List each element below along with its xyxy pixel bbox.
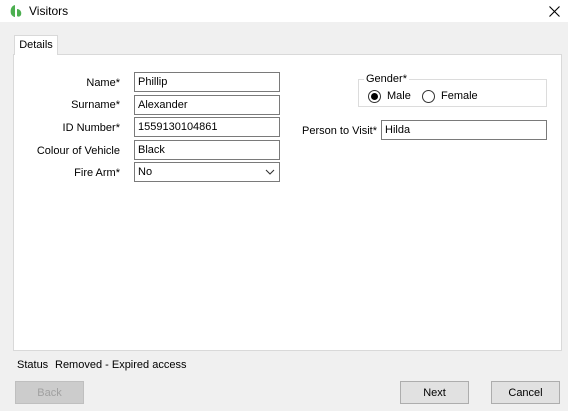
title-bar: Visitors [0, 0, 568, 22]
fire-arm-select[interactable]: No [134, 162, 280, 182]
person-to-visit-field[interactable]: Hilda [381, 120, 547, 140]
radio-selected-dot [371, 92, 378, 100]
fire-arm-label: Fire Arm* [74, 167, 120, 179]
radio-circle [422, 89, 435, 103]
surname-value: Alexander [138, 99, 188, 111]
status-label: Status [17, 359, 49, 371]
close-icon [548, 5, 560, 17]
gender-male-label: Male [387, 90, 411, 102]
gender-male-radio[interactable]: Male [368, 89, 411, 103]
surname-field[interactable]: Alexander [134, 95, 280, 115]
chevron-down-icon [265, 169, 275, 175]
name-label: Name* [86, 77, 120, 89]
tab-label: Details [19, 39, 53, 51]
gender-legend: Gender* [364, 73, 409, 85]
person-to-visit-label: Person to Visit* [301, 125, 377, 137]
close-button[interactable] [540, 0, 568, 22]
vehicle-colour-label: Colour of Vehicle [36, 145, 120, 157]
vehicle-colour-field[interactable]: Black [134, 140, 280, 160]
gender-female-label: Female [441, 90, 478, 102]
app-icon [10, 5, 22, 17]
back-button[interactable]: Back [15, 381, 84, 404]
details-panel: Name* Phillip Surname* Alexander ID Numb… [13, 54, 562, 351]
next-button[interactable]: Next [400, 381, 469, 404]
id-number-label: ID Number* [62, 122, 120, 134]
tab-details[interactable]: Details [14, 35, 58, 55]
person-to-visit-value: Hilda [385, 124, 411, 136]
vehicle-colour-value: Black [138, 144, 165, 156]
surname-label: Surname* [71, 99, 120, 111]
status-value: Removed - Expired access [55, 359, 187, 371]
window-title: Visitors [29, 4, 69, 18]
cancel-button[interactable]: Cancel [491, 381, 560, 404]
id-number-value: 1559130104861 [138, 121, 218, 133]
radio-circle [368, 89, 381, 103]
name-value: Phillip [138, 76, 168, 88]
fire-arm-value: No [138, 166, 153, 178]
name-field[interactable]: Phillip [134, 72, 280, 92]
gender-female-radio[interactable]: Female [422, 89, 478, 103]
id-number-field[interactable]: 1559130104861 [134, 117, 280, 137]
